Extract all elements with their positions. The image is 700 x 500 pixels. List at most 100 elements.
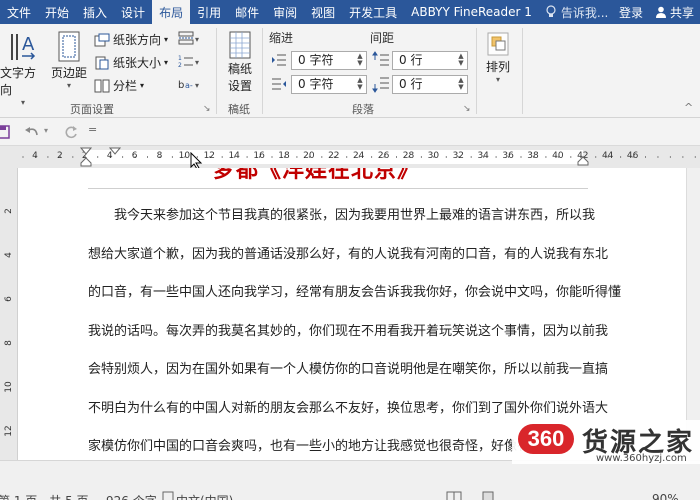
indent-right-field[interactable]: 0 字符 ▲ ▼ [291,75,367,94]
hyphenation-icon: b a- ▾ [178,80,199,91]
breaks-button[interactable]: ▾ [178,31,205,45]
customize-toolbar-icon[interactable]: = [88,123,97,136]
read-mode-icon[interactable] [446,491,462,500]
group-separator [476,28,477,114]
manuscript-label-line2: 设置 [227,79,252,93]
share-button[interactable]: 共享 [651,0,700,24]
tab-3[interactable]: 设计 [114,0,152,24]
horizontal-ruler: 4 2 2 4 6 8 10 12 14 16 18 20 22 24 26 28 30 32 34 36 38 40 42… [0,146,700,170]
text-direction-label: 文字方向 [0,66,37,97]
redo-icon[interactable] [64,125,78,139]
collapse-ribbon-icon[interactable]: ^ [684,101,693,114]
watermark-logo: 360 货源之家 www.360hyzj.com [512,420,700,464]
chevron-down-icon: ▾ [164,35,169,44]
tell-me-box[interactable]: 告诉我... [545,0,608,24]
svg-text:1: 1 [178,55,182,62]
line-numbers-button[interactable]: 1 2 ▾ [178,54,205,68]
chevron-down-icon: ▾ [495,75,500,84]
tab-2[interactable]: 插入 [76,0,114,24]
proofing-icon[interactable] [162,491,174,500]
page-setup-group-label: 页面设置 [70,103,114,116]
vertical-scrollbar[interactable] [686,168,700,460]
ruler-number: 6 [131,151,138,161]
ruler-number: 34 [477,151,489,161]
spinner-arrows-icon[interactable]: ▲ ▼ [456,77,466,92]
paragraph-launcher-icon[interactable]: ↘ [463,104,471,114]
tell-me-text: 告诉我... [560,5,609,20]
manuscript-label-line1: 稿纸 [227,62,252,76]
chevron-down-icon: ▾ [20,98,25,107]
size-label: 纸张大小 [113,56,162,70]
ruler-number: 18 [278,151,290,161]
ruler-number: 8 [156,151,163,161]
text-direction-button[interactable]: A 文字方向 ▾ [0,30,46,107]
orientation-button[interactable]: 纸张方向 ▾ [94,31,168,48]
print-layout-icon[interactable] [482,491,494,500]
chevron-down-icon: ▾ [164,58,169,67]
watermark-url: www.360hyzj.com [596,453,687,464]
undo-dropdown-icon[interactable]: ▾ [44,126,48,135]
language-indicator[interactable]: 中文(中国) [176,492,233,500]
ruler-number: 12 [203,151,216,161]
vertical-ruler-number: 6 [4,296,14,302]
word-count[interactable]: 926 个字 [106,492,157,500]
tab-0[interactable]: 文件 [0,0,38,24]
spacing-before-icon [372,51,389,66]
tab-5[interactable]: 引用 [190,0,228,24]
spinner-arrows-icon[interactable]: ▲ ▼ [456,53,466,68]
manuscript-settings-button[interactable]: 稿纸 设置 [222,30,258,94]
ribbon-tab-bar: 文件 开始 插入 设计 布局 引用 邮件 审阅 视图 开发工具 ABBYY FineReader 1… [0,0,700,24]
share-label: 共享 [669,5,694,20]
tab-4[interactable]: 布局 [152,0,191,24]
ruler-number: 38 [527,151,539,161]
indent-right-value: 0 字符 [298,77,334,91]
arrange-button[interactable]: 排列 ▾ [478,30,518,84]
first-line-indent-marker-icon[interactable] [80,146,92,168]
document-page[interactable]: 梦都《洋娃在北京》 我今天来参加这个节目我真的很紧张，因为我要用世界上最难的语言… [18,168,686,460]
document-line: 想给大家道个歉，因为我的普通话没那么好，有的人说我有河南的口音，有的人说我有东北 [88,246,609,262]
right-indent-marker-icon[interactable] [577,154,589,166]
svg-text:▾: ▾ [195,35,199,44]
ruler-number: 4 [32,151,38,161]
login-label: 登录 [618,5,643,20]
indent-left-value: 0 字符 [298,53,334,67]
spacing-before-field[interactable]: 0 行 ▲ ▼ [392,51,468,70]
save-icon[interactable] [0,125,10,139]
ruler-number: 20 [303,151,315,161]
svg-text:b: b [178,80,184,91]
indent-left-field[interactable]: 0 字符 ▲ ▼ [291,51,367,70]
quick-access-toolbar: ▾ = [0,118,700,146]
line-numbers-icon: 12 ▾ [178,55,199,68]
login-button[interactable]: 登录 [611,0,651,24]
ruler-number: 30 [427,151,440,161]
indent-right-icon [272,78,286,90]
page-count[interactable]: 第 1 页，共 5 页 [0,492,89,500]
tab-7[interactable]: 审阅 [266,0,304,24]
columns-button[interactable]: 分栏 ▾ [94,77,144,94]
page-setup-launcher-icon[interactable]: ↘ [203,104,211,114]
size-button[interactable]: 纸张大小 ▾ [94,54,168,71]
vertical-ruler-number: 12 [4,425,14,437]
tab-6[interactable]: 邮件 [228,0,266,24]
zoom-level[interactable]: 90% [652,492,679,500]
text-direction-icon: A [11,34,36,60]
tab-1[interactable]: 开始 [38,0,76,24]
group-separator [262,28,263,114]
tab-9[interactable]: 开发工具 [342,0,404,24]
spinner-arrows-icon[interactable]: ▲ ▼ [355,77,365,92]
spacing-after-field[interactable]: 0 行 ▲ ▼ [392,75,468,94]
tab-8[interactable]: 视图 [304,0,342,24]
hyphenation-button[interactable]: b a- ▾ [178,77,205,91]
tab-10[interactable]: ABBYY FineReader 1 [404,0,539,24]
ruler-number: 26 [377,151,390,161]
paper-size-icon [95,56,109,69]
arrange-icon [487,32,509,56]
undo-icon[interactable] [24,125,40,139]
hanging-indent-marker-icon[interactable] [109,146,121,156]
spinner-arrows-icon[interactable]: ▲ ▼ [355,53,365,68]
svg-text:A: A [22,34,35,55]
arrange-label: 排列 [485,60,510,74]
ruler-number: 10 [178,151,191,161]
manuscript-icon [229,31,251,59]
margins-button[interactable]: 页边距 ▾ [49,30,89,90]
